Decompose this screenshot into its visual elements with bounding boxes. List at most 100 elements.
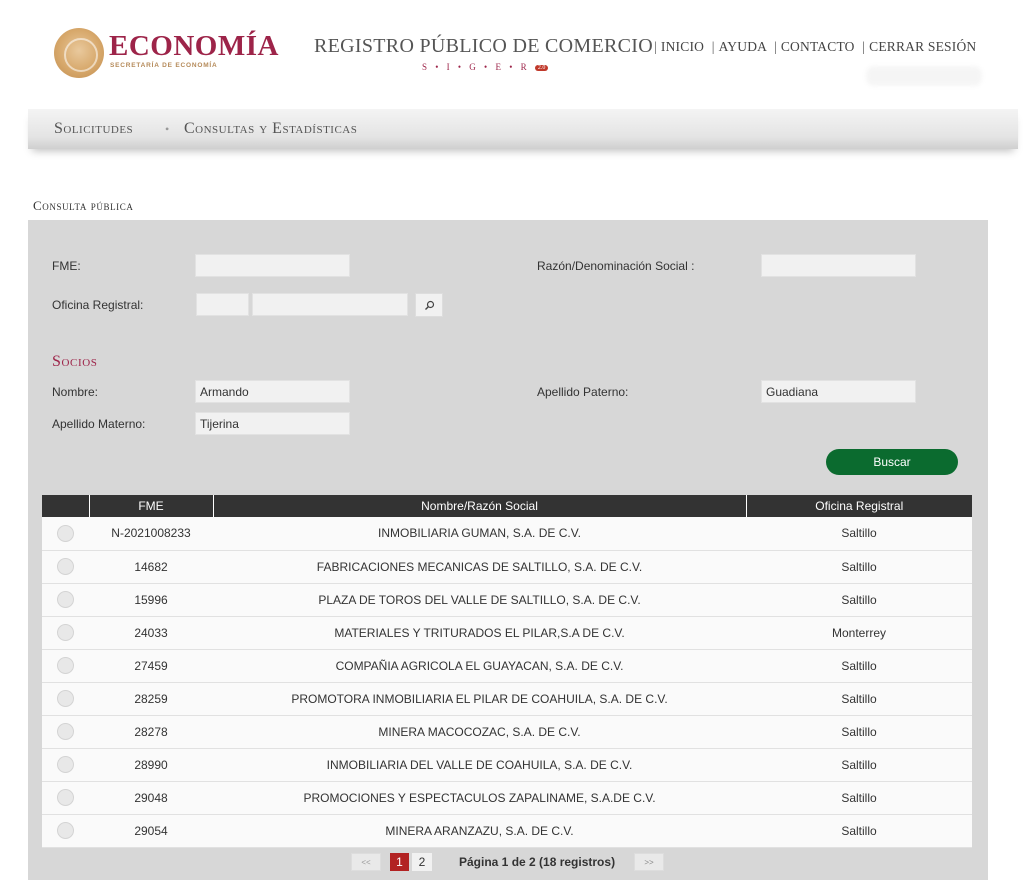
table-row[interactable]: 24033 MATERIALES Y TRITURADOS EL PILAR,S.… [42, 616, 972, 650]
nombre-input[interactable] [195, 380, 350, 403]
row-fme: 28259 [89, 682, 213, 716]
nav-ayuda[interactable]: AYUDA [719, 39, 767, 54]
siger-letters: S • I • G • E • R [422, 62, 530, 72]
row-radio[interactable] [57, 558, 74, 575]
row-select-cell [42, 616, 89, 650]
table-row[interactable]: 27459 COMPAÑIA AGRICOLA EL GUAYACAN, S.A.… [42, 649, 972, 683]
row-nombre: MINERA ARANZAZU, S.A. DE C.V. [213, 814, 746, 848]
nombre-label: Nombre: [52, 385, 99, 399]
section-title: Consulta pública [33, 198, 134, 213]
page-1-button[interactable]: 1 [390, 853, 409, 871]
main-menu: Solicitudes • Consultas y Estadísticas [28, 109, 1018, 149]
siger-version-badge: 2.0 [534, 65, 549, 71]
results-table: FME Nombre/Razón Social Oficina Registra… [42, 495, 972, 848]
row-fme: 29054 [89, 814, 213, 848]
national-emblem-icon [54, 28, 104, 78]
oficina-code-input[interactable] [196, 293, 249, 316]
table-row[interactable]: 28990 INMOBILIARIA DEL VALLE DE COAHUILA,… [42, 748, 972, 782]
fme-label: FME: [52, 259, 81, 273]
row-radio[interactable] [57, 789, 74, 806]
row-select-cell [42, 682, 89, 716]
razon-social-label: Razón/Denominación Social : [537, 259, 695, 273]
brand-name: ECONOMÍA [109, 30, 279, 62]
row-fme: N-2021008233 [89, 517, 213, 551]
row-oficina: Saltillo [746, 748, 972, 782]
nav-inicio[interactable]: INICIO [661, 39, 704, 54]
row-oficina: Saltillo [746, 814, 972, 848]
row-oficina: Saltillo [746, 715, 972, 749]
table-row[interactable]: 29054 MINERA ARANZAZU, S.A. DE C.V. Saltil… [42, 814, 972, 848]
table-header-row: FME Nombre/Razón Social Oficina Registra… [42, 495, 972, 517]
row-select-cell [42, 814, 89, 848]
apellido-materno-input[interactable] [195, 412, 350, 435]
row-fme: 14682 [89, 550, 213, 584]
row-nombre: PROMOTORA INMOBILIARIA EL PILAR DE COAHU… [213, 682, 746, 716]
row-select-cell [42, 748, 89, 782]
magnifier-icon [424, 300, 434, 310]
row-radio[interactable] [57, 723, 74, 740]
apellido-paterno-label: Apellido Paterno: [537, 385, 629, 399]
nav-contacto[interactable]: CONTACTO [781, 39, 855, 54]
row-radio[interactable] [57, 524, 74, 542]
registry-title: REGISTRO PÚBLICO DE COMERCIO [314, 35, 653, 57]
row-radio[interactable] [57, 657, 74, 674]
row-fme: 15996 [89, 583, 213, 617]
table-row[interactable]: 14682 FABRICACIONES MECANICAS DE SALTILLO… [42, 550, 972, 584]
col-nombre-header[interactable]: Nombre/Razón Social [213, 495, 747, 517]
row-select-cell [42, 583, 89, 617]
col-oficina-header[interactable]: Oficina Registral [746, 495, 972, 517]
row-nombre: MINERA MACOCOZAC, S.A. DE C.V. [213, 715, 746, 749]
row-oficina: Monterrey [746, 616, 972, 650]
prev-page-button[interactable]: << [351, 853, 381, 871]
table-row[interactable]: 28259 PROMOTORA INMOBILIARIA EL PILAR DE … [42, 682, 972, 716]
row-nombre: PROMOCIONES Y ESPECTACULOS ZAPALINAME, S… [213, 781, 746, 815]
row-select-cell [42, 550, 89, 584]
row-oficina: Saltillo [746, 649, 972, 683]
pagination-info: Página 1 de 2 (18 registros) [459, 855, 616, 869]
oficina-registral-label: Oficina Registral: [52, 298, 144, 312]
row-select-cell [42, 649, 89, 683]
results-body: N-2021008233 INMOBILIARIA GUMAN, S.A. DE … [42, 517, 972, 848]
table-row[interactable]: 29048 PROMOCIONES Y ESPECTACULOS ZAPALINA… [42, 781, 972, 815]
buscar-button[interactable]: Buscar [826, 449, 958, 475]
razon-social-input[interactable] [761, 254, 916, 277]
row-nombre: COMPAÑIA AGRICOLA EL GUAYACAN, S.A. DE C… [213, 649, 746, 683]
table-row[interactable]: 28278 MINERA MACOCOZAC, S.A. DE C.V. Salti… [42, 715, 972, 749]
apellido-paterno-input[interactable] [761, 380, 916, 403]
row-nombre: FABRICACIONES MECANICAS DE SALTILLO, S.A… [213, 550, 746, 584]
fme-input[interactable] [195, 254, 350, 277]
oficina-name-input[interactable] [252, 293, 408, 316]
pagination: << 1 2 Página 1 de 2 (18 registros) >> [28, 851, 988, 873]
row-fme: 28990 [89, 748, 213, 782]
menu-item-consultas[interactable]: Consultas y Estadísticas [184, 120, 357, 138]
next-page-button[interactable]: >> [634, 853, 664, 871]
socios-title: Socios [52, 353, 98, 370]
menu-separator: • [165, 122, 170, 136]
redacted-user-area [866, 66, 982, 86]
row-select-cell [42, 781, 89, 815]
row-radio[interactable] [57, 690, 74, 707]
page-2-button[interactable]: 2 [412, 853, 432, 871]
table-row[interactable]: N-2021008233 INMOBILIARIA GUMAN, S.A. DE … [42, 517, 972, 551]
row-oficina: Saltillo [746, 682, 972, 716]
oficina-search-button[interactable] [415, 293, 443, 317]
row-select-cell [42, 715, 89, 749]
menu-item-solicitudes[interactable]: Solicitudes [54, 120, 133, 138]
top-nav: | INICIO | AYUDA | CONTACTO | CERRAR SESIÓN [654, 39, 977, 54]
siger-logo: S • I • G • E • R 2.0 [422, 62, 549, 72]
row-oficina: Saltillo [746, 781, 972, 815]
row-fme: 24033 [89, 616, 213, 650]
row-radio[interactable] [57, 756, 74, 773]
row-oficina: Saltillo [746, 517, 972, 551]
search-panel: FME: Razón/Denominación Social : Oficina… [28, 220, 988, 880]
col-fme-header[interactable]: FME [89, 495, 214, 517]
col-select-header [42, 495, 90, 517]
row-nombre: INMOBILIARIA DEL VALLE DE COAHUILA, S.A.… [213, 748, 746, 782]
table-row[interactable]: 15996 PLAZA DE TOROS DEL VALLE DE SALTILL… [42, 583, 972, 617]
nav-cerrar-sesion[interactable]: CERRAR SESIÓN [869, 39, 976, 54]
row-fme: 29048 [89, 781, 213, 815]
row-radio[interactable] [57, 624, 74, 641]
row-oficina: Saltillo [746, 550, 972, 584]
row-radio[interactable] [57, 822, 74, 839]
row-radio[interactable] [57, 591, 74, 608]
